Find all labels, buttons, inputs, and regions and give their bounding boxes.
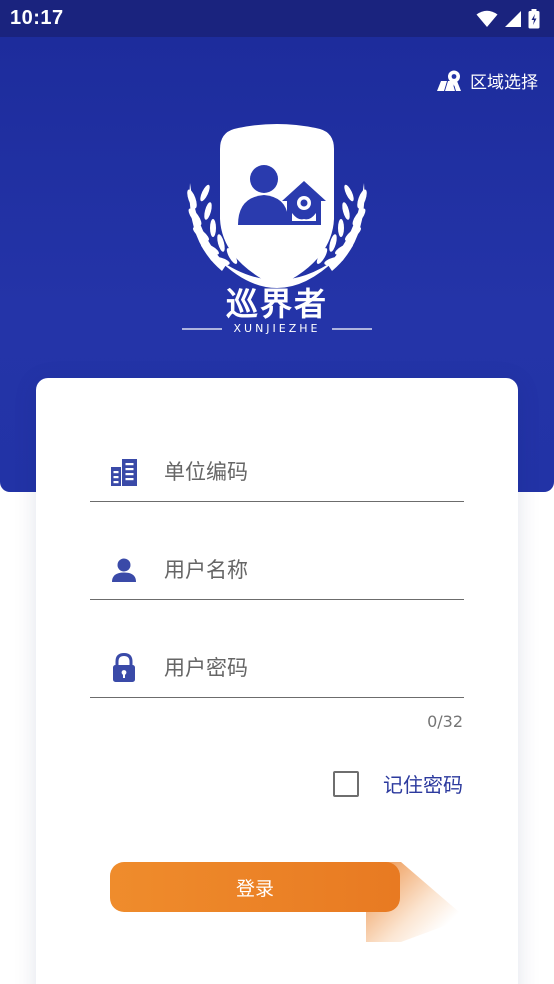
region-select-label: 区域选择 xyxy=(470,73,538,93)
remember-password-checkbox[interactable] xyxy=(333,770,359,797)
remember-password-label[interactable]: 记住密码 xyxy=(383,769,463,798)
password-length-counter: 0/32 xyxy=(427,712,463,731)
unit-code-input[interactable] xyxy=(164,459,444,484)
wifi-icon xyxy=(476,10,498,27)
login-card: 0/32 记住密码 登录 xyxy=(36,378,518,984)
login-button[interactable]: 登录 xyxy=(110,862,400,912)
password-input[interactable] xyxy=(164,655,444,680)
status-icons xyxy=(476,8,540,29)
logo-title: 巡界者 xyxy=(225,285,328,323)
username-field xyxy=(90,540,464,600)
status-time: 10:17 xyxy=(10,7,64,29)
username-input[interactable] xyxy=(164,557,444,582)
remember-password-row: 记住密码 xyxy=(333,769,463,798)
unit-code-field xyxy=(90,442,464,502)
signal-icon xyxy=(505,10,521,27)
password-field xyxy=(90,638,464,698)
status-bar: 10:17 xyxy=(0,0,554,37)
building-icon xyxy=(106,458,142,486)
lock-icon xyxy=(106,652,142,683)
logo-subtitle: XUNJIEZHE xyxy=(233,322,321,335)
region-select-button[interactable]: 区域选择 xyxy=(436,68,538,93)
battery-icon xyxy=(528,8,540,28)
person-icon xyxy=(106,557,142,583)
map-pin-icon xyxy=(437,70,461,91)
app-logo: 巡界者 XUNJIEZHE xyxy=(178,121,376,347)
